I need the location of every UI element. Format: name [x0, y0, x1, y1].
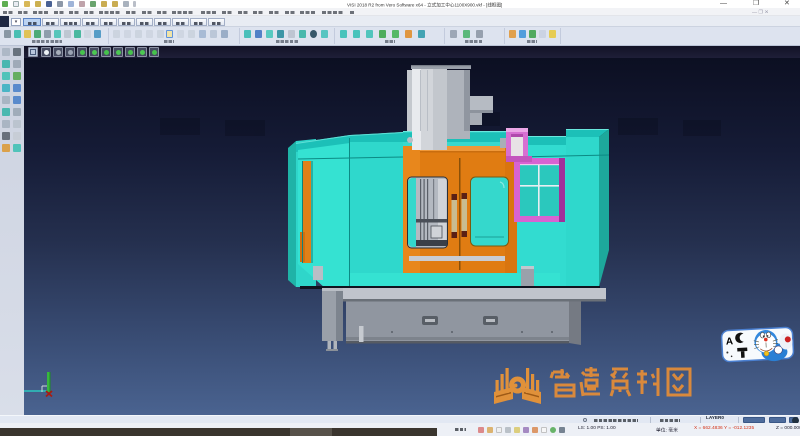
svg-text:A: A [726, 336, 734, 347]
